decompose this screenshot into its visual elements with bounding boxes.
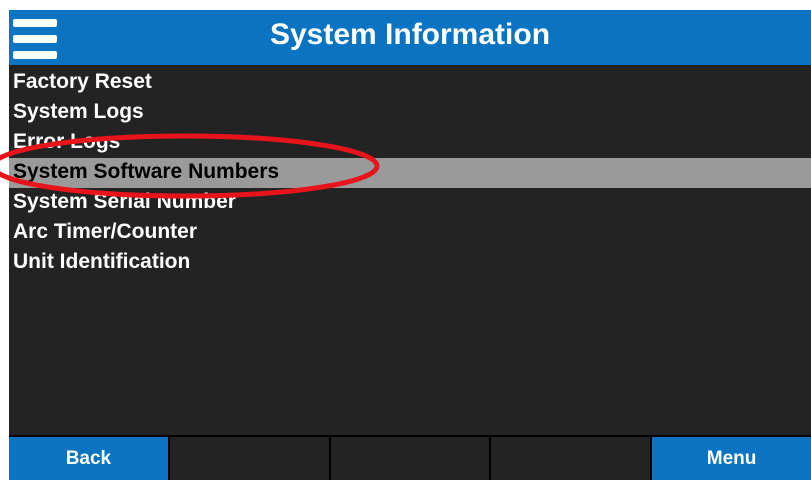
footer-bar: Back Menu (9, 435, 811, 480)
footer-empty-button-2[interactable] (328, 437, 490, 480)
page-title: System Information (269, 18, 551, 51)
menu-button[interactable]: Menu (650, 437, 811, 480)
header-bar: System Information (9, 10, 811, 65)
menu-list: Factory Reset System Logs Error Logs Sys… (9, 68, 811, 278)
menu-item-system-software-numbers[interactable]: System Software Numbers (9, 158, 811, 188)
menu-item-arc-timer-counter[interactable]: Arc Timer/Counter (9, 218, 811, 248)
footer-empty-button-1[interactable] (167, 437, 329, 480)
footer-empty-button-3[interactable] (489, 437, 651, 480)
menu-item-system-logs[interactable]: System Logs (9, 98, 811, 128)
back-button[interactable]: Back (9, 437, 168, 480)
device-screen: System Information Factory Reset System … (9, 10, 811, 480)
menu-item-system-serial-number[interactable]: System Serial Number (9, 188, 811, 218)
menu-item-factory-reset[interactable]: Factory Reset (9, 68, 811, 98)
menu-item-unit-identification[interactable]: Unit Identification (9, 248, 811, 278)
menu-item-error-logs[interactable]: Error Logs (9, 128, 811, 158)
